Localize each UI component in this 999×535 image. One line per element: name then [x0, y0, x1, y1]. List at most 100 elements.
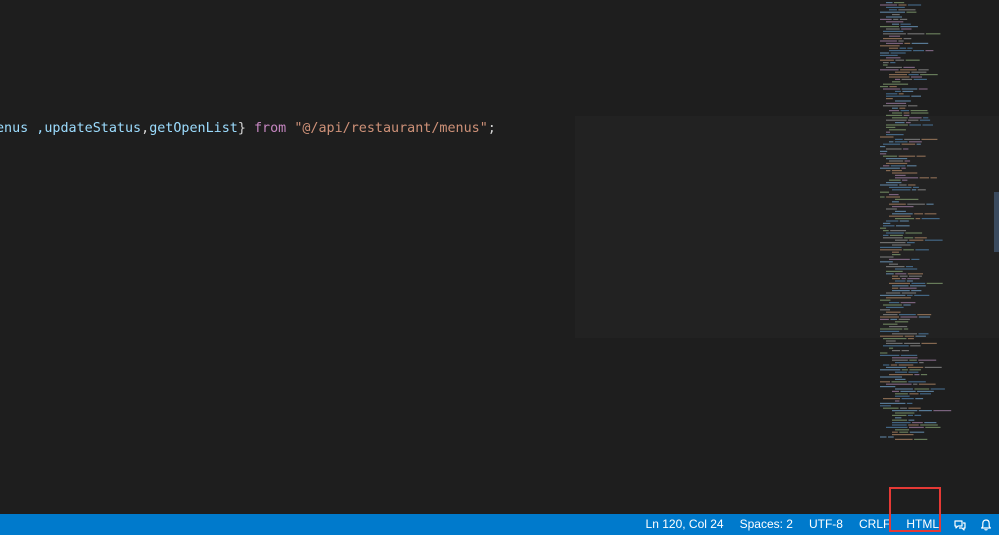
minimap-line — [921, 218, 940, 220]
minimap-line — [880, 150, 888, 152]
minimap-line — [903, 148, 909, 150]
minimap-line — [907, 242, 915, 244]
minimap-line — [895, 268, 918, 270]
minimap-line — [892, 419, 907, 421]
minimap-line — [895, 280, 906, 282]
minimap-line — [895, 90, 901, 92]
minimap-line — [886, 311, 901, 313]
minimap-line — [909, 393, 919, 395]
minimap-line — [901, 369, 908, 371]
minimap-line — [892, 254, 901, 256]
minimap-line — [898, 318, 910, 320]
minimap-line — [892, 290, 910, 292]
minimap-line — [880, 354, 900, 356]
minimap-line — [886, 292, 901, 294]
minimap-line — [895, 378, 906, 380]
minimap-line — [886, 131, 890, 133]
minimap-line — [892, 81, 901, 83]
minimap-line — [924, 422, 937, 424]
minimap-line — [889, 194, 899, 196]
minimap-line — [886, 42, 903, 44]
minimap-line — [892, 112, 903, 114]
minimap-line — [916, 143, 921, 145]
minimap-line — [886, 220, 899, 222]
minimap-line — [899, 314, 916, 316]
scrollbar-thumb[interactable] — [994, 192, 999, 252]
minimap-line — [880, 328, 903, 330]
minimap-line — [907, 47, 913, 49]
minimap-line — [908, 105, 918, 107]
minimap-line — [895, 412, 915, 414]
minimap-line — [889, 302, 900, 304]
minimap-line — [895, 438, 913, 440]
minimap-line — [883, 237, 903, 239]
minimap-line — [907, 33, 925, 35]
token-punctuation: ; — [487, 121, 496, 136]
minimap-line — [910, 112, 929, 114]
minimap-line — [914, 237, 927, 239]
minimap-line — [892, 414, 907, 416]
minimap-line — [900, 26, 918, 28]
minimap-line — [892, 422, 911, 424]
minimap-line — [886, 270, 903, 272]
minimap-line — [908, 371, 919, 373]
minimap-line — [895, 393, 908, 395]
minimap-line — [910, 345, 921, 347]
minimap-line — [880, 4, 897, 6]
minimap-line — [895, 78, 901, 80]
feedback-icon[interactable] — [947, 514, 973, 535]
language-mode-selector[interactable]: HTML — [898, 514, 947, 535]
minimap-line — [925, 426, 941, 428]
minimap-line — [908, 381, 926, 383]
minimap-line — [926, 203, 934, 205]
code-line-import[interactable]: enus ,updateStatus,getOpenList} from "@/… — [0, 119, 496, 139]
minimap-line — [908, 74, 919, 76]
minimap-line — [895, 71, 910, 73]
encoding-selector[interactable]: UTF-8 — [801, 514, 851, 535]
minimap-line — [900, 316, 918, 318]
minimap-line — [892, 434, 914, 436]
minimap-line — [907, 278, 920, 280]
minimap-preview — [880, 2, 952, 440]
minimap-line — [889, 86, 897, 88]
minimap-line — [898, 40, 904, 42]
minimap-line — [880, 381, 890, 383]
minimap-line — [880, 436, 887, 438]
minimap-line — [904, 160, 911, 162]
line-ending-selector[interactable]: CRLF — [851, 514, 898, 535]
minimap-line — [895, 174, 906, 176]
minimap-line — [890, 234, 903, 236]
minimap-line — [886, 273, 894, 275]
minimap-line — [901, 398, 914, 400]
minimap-line — [889, 50, 912, 52]
minimap-line — [880, 256, 894, 258]
minimap-line — [880, 405, 891, 407]
minimap-line — [899, 431, 909, 433]
indentation-selector[interactable]: Spaces: 2 — [732, 514, 801, 535]
minimap-line — [883, 304, 902, 306]
minimap-line — [914, 374, 920, 376]
minimap-line — [917, 189, 926, 191]
minimap-line — [908, 407, 921, 409]
minimap-line — [889, 76, 910, 78]
minimap[interactable] — [866, 0, 990, 450]
minimap-line — [919, 177, 929, 179]
cursor-position-indicator[interactable]: Ln 120, Col 24 — [638, 514, 732, 535]
minimap-line — [883, 143, 901, 145]
minimap-line — [906, 165, 917, 167]
minimap-line — [883, 105, 907, 107]
bell-icon[interactable] — [973, 514, 999, 535]
minimap-line — [880, 40, 897, 42]
minimap-line — [880, 299, 891, 301]
minimap-line — [889, 203, 906, 205]
minimap-line — [886, 158, 908, 160]
minimap-line — [890, 318, 898, 320]
code-editor[interactable]: enus ,updateStatus,getOpenList} from "@/… — [0, 0, 999, 514]
minimap-line — [892, 424, 907, 426]
minimap-line — [883, 155, 898, 157]
minimap-line — [901, 28, 912, 30]
minimap-line — [918, 359, 937, 361]
minimap-line — [904, 237, 914, 239]
minimap-line — [900, 302, 916, 304]
minimap-line — [892, 189, 911, 191]
